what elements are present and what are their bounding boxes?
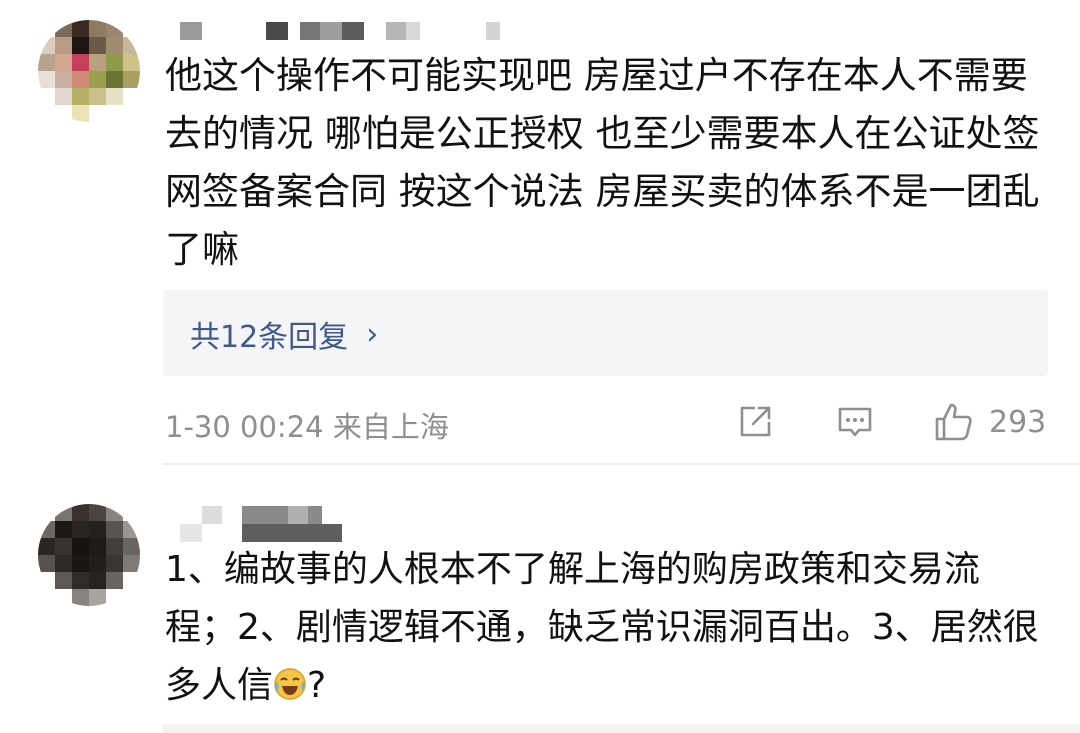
comment-button[interactable]: [835, 402, 875, 442]
username-redacted[interactable]: [180, 22, 510, 40]
timestamp-location: 1-30 00:24 来自上海: [165, 404, 449, 446]
comment-text-end: ?: [307, 665, 327, 706]
like-button[interactable]: 293: [933, 402, 1046, 442]
comment-text: 1、编故事的人根本不了解上海的购房政策和交易流程；2、剧情逻辑不通，缺乏常识漏洞…: [165, 541, 1045, 715]
share-icon: [740, 406, 771, 437]
divider: [163, 463, 1080, 465]
avatar[interactable]: [38, 504, 140, 606]
replies-label[interactable]: 共12条回复: [190, 312, 348, 356]
username-redacted[interactable]: [180, 506, 350, 542]
share-button[interactable]: [735, 402, 775, 442]
thumbs-up-icon: [935, 403, 972, 441]
chevron-right-icon: ›: [366, 316, 379, 352]
comment-icon: [838, 407, 872, 437]
crying-laughing-emoji: [274, 668, 306, 700]
location: 来自上海: [332, 410, 449, 444]
view-replies-link[interactable]: 共12条回复 ›: [190, 312, 378, 356]
timestamp: 1-30 00:24: [165, 410, 324, 444]
comment-text: 他这个操作不可能实现吧 房屋过户不存在本人不需要去的情况 哪怕是公正授权 也至少…: [165, 54, 1040, 271]
like-count: 293: [989, 404, 1047, 440]
comment-meta: 1-30 00:24 来自上海 293: [163, 398, 1048, 444]
comment-item: 他这个操作不可能实现吧 房屋过户不存在本人不需要去的情况 哪怕是公正授权 也至少…: [0, 0, 1080, 470]
replies-box[interactable]: 共12条回复 ›: [163, 290, 1048, 376]
divider: [163, 724, 1080, 733]
avatar[interactable]: [38, 20, 140, 122]
